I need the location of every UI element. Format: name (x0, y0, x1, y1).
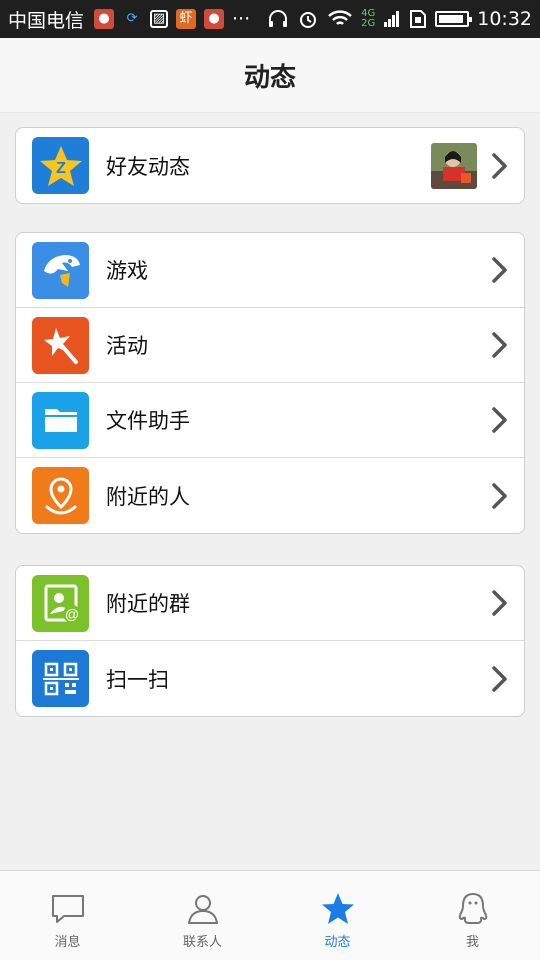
message-icon (51, 895, 84, 923)
scan-label: 扫一扫 (106, 667, 169, 692)
tab-messages[interactable]: 消息 (0, 871, 135, 960)
group-friends: Z 好友动态 (15, 127, 525, 204)
svg-text:Z: Z (56, 160, 66, 177)
sim-icon (410, 10, 427, 28)
folder-icon (32, 391, 89, 449)
group-at-icon: @ (32, 574, 89, 632)
header: 动态 (0, 38, 540, 113)
qzone-star-icon: Z (32, 137, 89, 194)
list-item-people-nearby[interactable]: 附近的人 (16, 458, 524, 533)
sync-icon: ⟳ (126, 11, 138, 26)
wifi-icon (328, 10, 352, 25)
groups-nearby-label: 附近的群 (106, 592, 190, 616)
network-type-indicator: 4G 2G (361, 9, 375, 29)
contacts-icon (187, 895, 218, 924)
chevron-right-icon (492, 257, 507, 283)
app-notification-icon-2: ● (204, 9, 225, 29)
tab-messages-label: 消息 (54, 935, 81, 950)
chevron-right-icon (492, 407, 507, 433)
list-item-groups-nearby[interactable]: @ 附近的群 (16, 566, 524, 641)
list-item-games[interactable]: 游戏 (16, 233, 524, 308)
page-title: 动态 (243, 62, 296, 93)
friend-feed-thumbnail (431, 142, 477, 189)
games-label: 游戏 (106, 259, 148, 283)
battery-icon (435, 11, 473, 27)
bottom-tab-bar: 消息 联系人 动态 我 (0, 870, 540, 960)
carrier-name: 中国电信 (8, 9, 85, 32)
group-features: 游戏 活动 文件助手 附近的人 (15, 232, 525, 534)
star-icon (321, 893, 354, 924)
list-item-activities[interactable]: 活动 (16, 308, 524, 383)
file-assistant-label: 文件助手 (106, 409, 190, 433)
activities-label: 活动 (106, 334, 148, 358)
tab-feed-label: 动态 (324, 935, 351, 950)
shrimp-app-icon: 虾 (176, 9, 197, 29)
network-2g-label: 2G (361, 18, 376, 29)
activity-star-icon (32, 316, 89, 374)
tab-contacts[interactable]: 联系人 (135, 871, 270, 960)
group-tools: @ 附近的群 扫一扫 (15, 565, 525, 717)
qr-scan-icon (32, 650, 89, 707)
tab-me[interactable]: 我 (405, 871, 540, 960)
chevron-right-icon (492, 332, 507, 358)
image-icon: ▨ (150, 10, 169, 28)
list-item-file-assistant[interactable]: 文件助手 (16, 383, 524, 458)
headphones-icon (269, 10, 288, 27)
qq-penguin-icon (458, 893, 487, 924)
more-notifications-icon: ··· (232, 8, 251, 30)
chevron-right-icon (492, 590, 507, 616)
svg-text:@: @ (64, 606, 78, 622)
list-item-scan[interactable]: 扫一扫 (16, 641, 524, 716)
chevron-right-icon (492, 152, 507, 179)
friend-feed-label: 好友动态 (106, 154, 190, 179)
game-shark-icon (32, 241, 89, 299)
chevron-right-icon (492, 665, 507, 692)
alarm-icon (300, 12, 317, 28)
tab-contacts-label: 联系人 (182, 935, 222, 950)
tab-me-label: 我 (465, 935, 479, 950)
clock: 10:32 (477, 8, 532, 30)
people-nearby-label: 附近的人 (106, 484, 190, 509)
list-item-friend-feed[interactable]: Z 好友动态 (16, 128, 524, 203)
location-pin-icon (32, 467, 89, 524)
tab-feed[interactable]: 动态 (270, 871, 405, 960)
status-bar: 中国电信 ● ⟳ ▨ 虾 ● ··· 4G 2G 10:32 (0, 0, 540, 38)
chevron-right-icon (492, 482, 507, 509)
app-notification-icon: ● (94, 9, 115, 29)
signal-icon (384, 11, 400, 27)
